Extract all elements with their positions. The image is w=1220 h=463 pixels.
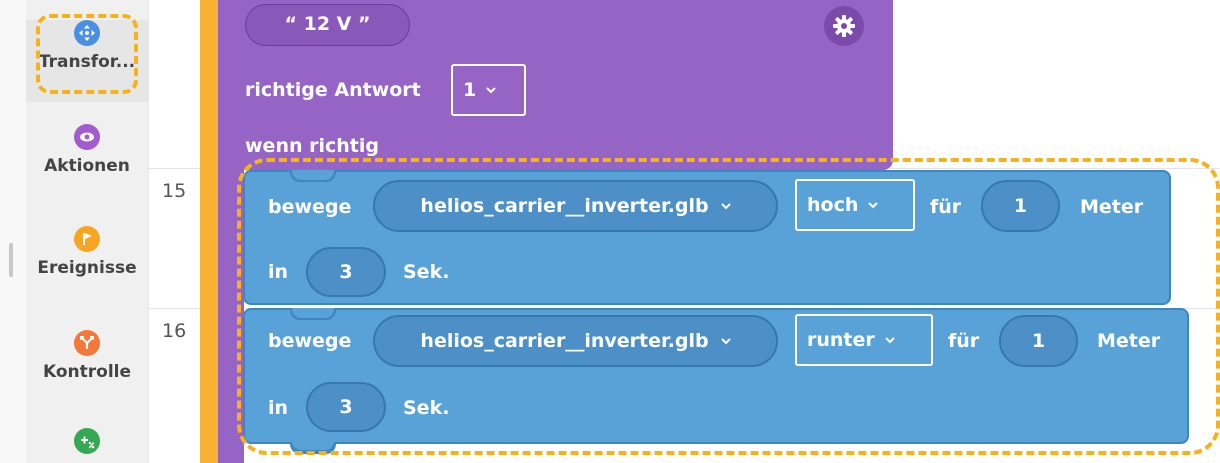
direction-value: hoch bbox=[807, 194, 859, 216]
chevron-down-icon bbox=[885, 337, 895, 344]
category-events[interactable]: Ereignisse bbox=[26, 226, 148, 296]
duration-unit-label: Sek. bbox=[403, 397, 450, 419]
amount-input[interactable]: 1 bbox=[981, 180, 1060, 232]
chevron-down-icon bbox=[486, 87, 496, 94]
category-control[interactable]: Kontrolle bbox=[26, 330, 148, 400]
sidebar-strip bbox=[0, 0, 26, 463]
object-dropdown[interactable]: helios_carrier__inverter.glb bbox=[373, 180, 778, 232]
string-value-pill[interactable]: “ 12 V ” bbox=[245, 4, 410, 46]
unit-label: Meter bbox=[1080, 196, 1144, 218]
branch-icon bbox=[74, 330, 100, 356]
sidebar-resize-handle[interactable] bbox=[9, 243, 13, 277]
in-label: in bbox=[268, 397, 289, 419]
block-notch-inner bbox=[292, 440, 334, 450]
object-name: helios_carrier__inverter.glb bbox=[420, 195, 709, 217]
category-label: Aktionen bbox=[44, 156, 130, 176]
duration-input[interactable]: 3 bbox=[306, 382, 386, 432]
duration-input[interactable]: 3 bbox=[306, 247, 386, 297]
chevron-down-icon bbox=[868, 202, 879, 209]
dropdown-value: 1 bbox=[463, 79, 477, 101]
math-plus-percent-icon bbox=[74, 428, 100, 454]
verb-label: bewege bbox=[268, 196, 352, 218]
category-label: Ereignisse bbox=[37, 258, 137, 278]
direction-dropdown[interactable]: hoch bbox=[795, 179, 915, 231]
category-math[interactable] bbox=[26, 428, 148, 463]
block-notch-inner bbox=[292, 170, 334, 180]
line-number: 15 bbox=[162, 180, 187, 202]
duration-unit-label: Sek. bbox=[403, 261, 450, 283]
in-label: in bbox=[268, 261, 289, 283]
category-label: Kontrolle bbox=[42, 362, 132, 382]
direction-dropdown[interactable]: runter bbox=[795, 314, 933, 366]
event-block-bar[interactable] bbox=[200, 0, 218, 463]
amount-input[interactable]: 1 bbox=[999, 315, 1078, 367]
flag-icon bbox=[74, 226, 100, 252]
question-block-arm bbox=[218, 160, 244, 463]
eye-icon bbox=[74, 124, 100, 150]
for-label: für bbox=[930, 196, 962, 218]
correct-answer-dropdown[interactable]: 1 bbox=[451, 64, 526, 116]
chevron-down-icon bbox=[720, 338, 731, 345]
verb-label: bewege bbox=[268, 330, 352, 352]
chevron-down-icon bbox=[720, 203, 731, 210]
if-correct-label: wenn richtig bbox=[245, 135, 379, 157]
category-actions[interactable]: Aktionen bbox=[26, 124, 148, 194]
direction-value: runter bbox=[807, 329, 875, 351]
for-label: für bbox=[948, 330, 980, 352]
correct-answer-label: richtige Antwort bbox=[245, 79, 421, 101]
gutter-divider bbox=[148, 0, 149, 463]
block-notch-inner bbox=[292, 308, 334, 318]
category-sidebar: Transfor... Aktionen Ereignisse Kontroll… bbox=[0, 0, 148, 463]
category-highlight bbox=[36, 14, 138, 94]
object-name: helios_carrier__inverter.glb bbox=[420, 330, 709, 352]
gear-icon[interactable] bbox=[824, 6, 864, 46]
line-number: 16 bbox=[162, 320, 187, 342]
unit-label: Meter bbox=[1097, 330, 1161, 352]
object-dropdown[interactable]: helios_carrier__inverter.glb bbox=[373, 315, 778, 367]
